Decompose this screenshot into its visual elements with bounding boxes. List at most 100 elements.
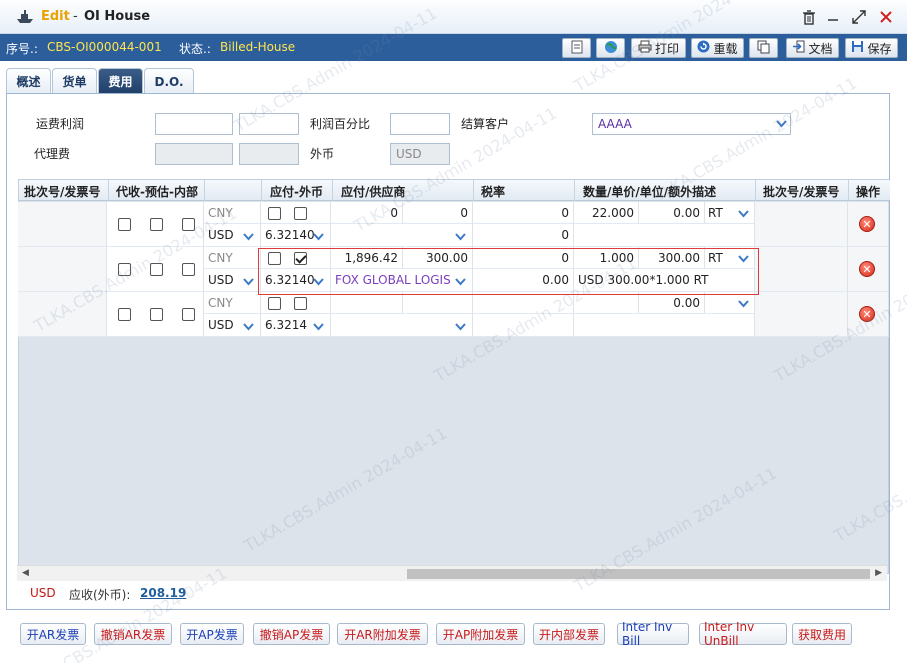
profit-pct-input[interactable]: [390, 113, 450, 135]
copy-button[interactable]: [749, 38, 778, 58]
trash-icon[interactable]: [800, 8, 818, 26]
payable-amount-foreign[interactable]: 0: [403, 202, 473, 224]
foreign-checkbox[interactable]: [294, 207, 307, 220]
delete-icon[interactable]: ✕: [859, 216, 875, 232]
scroll-right-icon[interactable]: ▶: [875, 568, 882, 578]
estimate-checkbox[interactable]: [150, 218, 163, 231]
close-icon[interactable]: [877, 8, 895, 26]
chevron-down-icon[interactable]: [243, 276, 254, 286]
payable-amount[interactable]: 1,896.42: [331, 247, 403, 269]
chevron-down-icon[interactable]: [313, 276, 324, 286]
collect-checkbox[interactable]: [118, 263, 131, 276]
collect-checkbox[interactable]: [118, 218, 131, 231]
bottom-button[interactable]: 撤销AP发票: [253, 623, 330, 645]
payable-checkbox[interactable]: [268, 207, 281, 220]
horizontal-scrollbar[interactable]: ◀ ▶: [17, 565, 887, 581]
currency-cny: CNY: [204, 292, 261, 314]
chevron-down-icon[interactable]: [313, 321, 324, 331]
delete-icon[interactable]: ✕: [859, 306, 875, 322]
tab-do[interactable]: D.O.: [144, 68, 194, 94]
chevron-down-icon[interactable]: [313, 231, 324, 241]
extra-description[interactable]: USD 300.00*1.000 RT: [574, 269, 755, 292]
bottom-button[interactable]: 开AR发票: [20, 623, 86, 645]
minimize-icon[interactable]: [824, 8, 842, 26]
tax-amount[interactable]: 0.00: [473, 269, 574, 292]
chevron-down-icon[interactable]: [455, 321, 466, 331]
estimate-checkbox[interactable]: [150, 263, 163, 276]
table-row: CNY USD 6.3214 0.00 ✕: [18, 292, 889, 337]
maximize-icon[interactable]: [850, 8, 868, 26]
collect-checkbox[interactable]: [118, 308, 131, 321]
extra-description[interactable]: [574, 314, 755, 337]
payable-amount-foreign[interactable]: [403, 292, 473, 314]
bottom-button[interactable]: 开内部发票: [533, 623, 605, 645]
quantity[interactable]: 22.000: [574, 202, 639, 224]
settle-customer-select[interactable]: AAAA: [592, 113, 791, 135]
chevron-down-icon[interactable]: [738, 298, 749, 308]
header-collect-est-internal: 代收-预估-内部: [116, 185, 198, 199]
chevron-down-icon[interactable]: [455, 276, 466, 286]
tax-rate[interactable]: [473, 292, 574, 314]
save-button[interactable]: 保存: [845, 38, 898, 58]
payable-checkbox[interactable]: [268, 297, 281, 310]
bottom-button[interactable]: Inter Inv UnBill: [699, 620, 787, 648]
internal-checkbox[interactable]: [182, 263, 195, 276]
tax-amount[interactable]: 0: [473, 224, 574, 247]
quantity[interactable]: 1.000: [574, 247, 639, 269]
chevron-down-icon[interactable]: [455, 231, 466, 241]
bottom-button[interactable]: 开AP发票: [180, 623, 244, 645]
title-separator: -: [73, 9, 78, 24]
vendor-select[interactable]: [331, 314, 473, 337]
unit-price[interactable]: 0.00: [639, 202, 705, 224]
document-button[interactable]: [562, 38, 591, 58]
tax-rate[interactable]: 0: [473, 202, 574, 224]
bottom-button[interactable]: Inter Inv Bill: [617, 620, 689, 648]
reload-button[interactable]: 重载: [691, 38, 744, 58]
bottom-button[interactable]: 获取费用: [792, 623, 852, 645]
foreign-currency-input: USD: [390, 143, 450, 165]
tab-overview[interactable]: 概述: [6, 68, 51, 94]
delete-icon[interactable]: ✕: [859, 261, 875, 277]
tab-charges[interactable]: 费用: [98, 68, 143, 94]
bottom-button[interactable]: 开AR附加发票: [337, 623, 428, 645]
bottom-button[interactable]: 开AP附加发票: [436, 623, 525, 645]
save-label: 保存: [867, 41, 892, 56]
save-icon: [851, 40, 864, 56]
footer-value[interactable]: 208.19: [140, 586, 186, 600]
chevron-down-icon[interactable]: [243, 231, 254, 241]
bottom-button[interactable]: 撤销AR发票: [94, 623, 172, 645]
docs-button[interactable]: 文档: [786, 38, 839, 58]
chevron-down-icon[interactable]: [738, 253, 749, 263]
internal-checkbox[interactable]: [182, 218, 195, 231]
ship-icon: [15, 9, 35, 28]
payable-amount[interactable]: 0: [331, 202, 403, 224]
internal-checkbox[interactable]: [182, 308, 195, 321]
chevron-down-icon[interactable]: [738, 208, 749, 218]
tax-rate[interactable]: 0: [473, 247, 574, 269]
unit-price[interactable]: 300.00: [639, 247, 705, 269]
footer-label: 应收(外币):: [69, 588, 131, 602]
payable-checkbox[interactable]: [268, 252, 281, 265]
payable-amount-foreign[interactable]: 300.00: [403, 247, 473, 269]
header-actions: 操作: [856, 185, 881, 199]
window-mode: Edit: [41, 9, 70, 24]
payable-amount[interactable]: [331, 292, 403, 314]
scroll-thumb[interactable]: [407, 569, 870, 579]
chevron-down-icon[interactable]: [243, 321, 254, 331]
unit-price[interactable]: 0.00: [639, 292, 705, 314]
globe-button[interactable]: [596, 38, 625, 58]
vendor-select[interactable]: [331, 224, 473, 247]
estimate-checkbox[interactable]: [150, 308, 163, 321]
vendor-select[interactable]: FOX GLOBAL LOGIS: [331, 269, 473, 292]
profit-input[interactable]: [155, 113, 233, 135]
foreign-checkbox[interactable]: [294, 297, 307, 310]
profit-input-2[interactable]: [239, 113, 299, 135]
scroll-left-icon[interactable]: ◀: [22, 568, 29, 578]
tax-amount[interactable]: [473, 314, 574, 337]
quantity[interactable]: [574, 292, 639, 314]
tab-cargo[interactable]: 货单: [52, 68, 97, 94]
foreign-checkbox[interactable]: [294, 252, 307, 265]
extra-description[interactable]: [574, 224, 755, 247]
print-button[interactable]: 打印: [631, 38, 686, 58]
document-icon: [571, 40, 583, 57]
